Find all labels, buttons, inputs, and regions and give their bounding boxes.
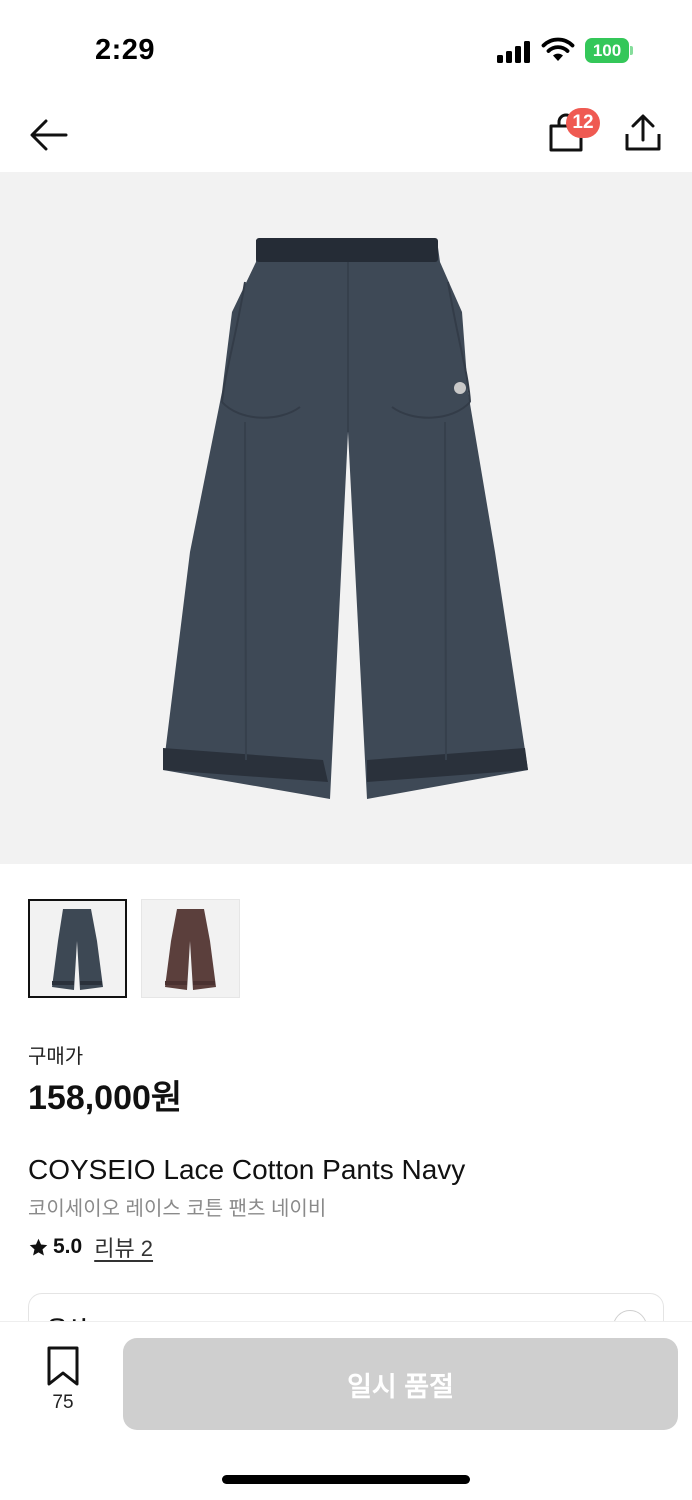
bookmark-icon [47,1346,79,1386]
status-time: 2:29 [95,34,156,66]
wishlist-button[interactable]: 75 [40,1344,86,1416]
pants-illustration [163,238,528,799]
thumbnail-navy[interactable] [28,899,127,998]
thumbnail-brown-image [165,909,216,990]
product-name-korean: 코이세이오 레이스 코튼 팬츠 네이비 [28,1198,327,1220]
price-value: 158,000원 [28,1079,183,1117]
rating-row: 5.0 리뷰 2 [28,1233,153,1261]
battery-level: 100 [585,38,629,63]
product-name: COYSEIO Lace Cotton Pants Navy [28,1154,466,1185]
rating-value: 5.0 [53,1235,83,1258]
price-label: 구매가 [28,1046,84,1068]
home-indicator [222,1475,470,1484]
battery-icon: 100 [585,38,633,63]
wishlist-count: 75 [52,1392,74,1413]
wifi-icon [541,37,575,61]
star-icon [29,1238,48,1256]
navigation-bar: 12 [0,100,692,172]
thumbnail-brown[interactable] [141,899,240,998]
cart-count-badge: 12 [566,108,600,138]
bottom-action-bar: 75 일시 품절 [0,1322,692,1500]
share-icon[interactable] [622,112,664,154]
review-link[interactable]: 리뷰 2 [94,1231,153,1263]
cellular-signal-icon [497,41,531,63]
status-bar: 2:29 100 [0,0,692,100]
sold-out-button[interactable]: 일시 품절 [123,1338,678,1430]
thumbnail-navy-image [52,909,103,990]
arrow-left-icon[interactable] [28,114,70,156]
product-main-image[interactable] [0,172,692,864]
